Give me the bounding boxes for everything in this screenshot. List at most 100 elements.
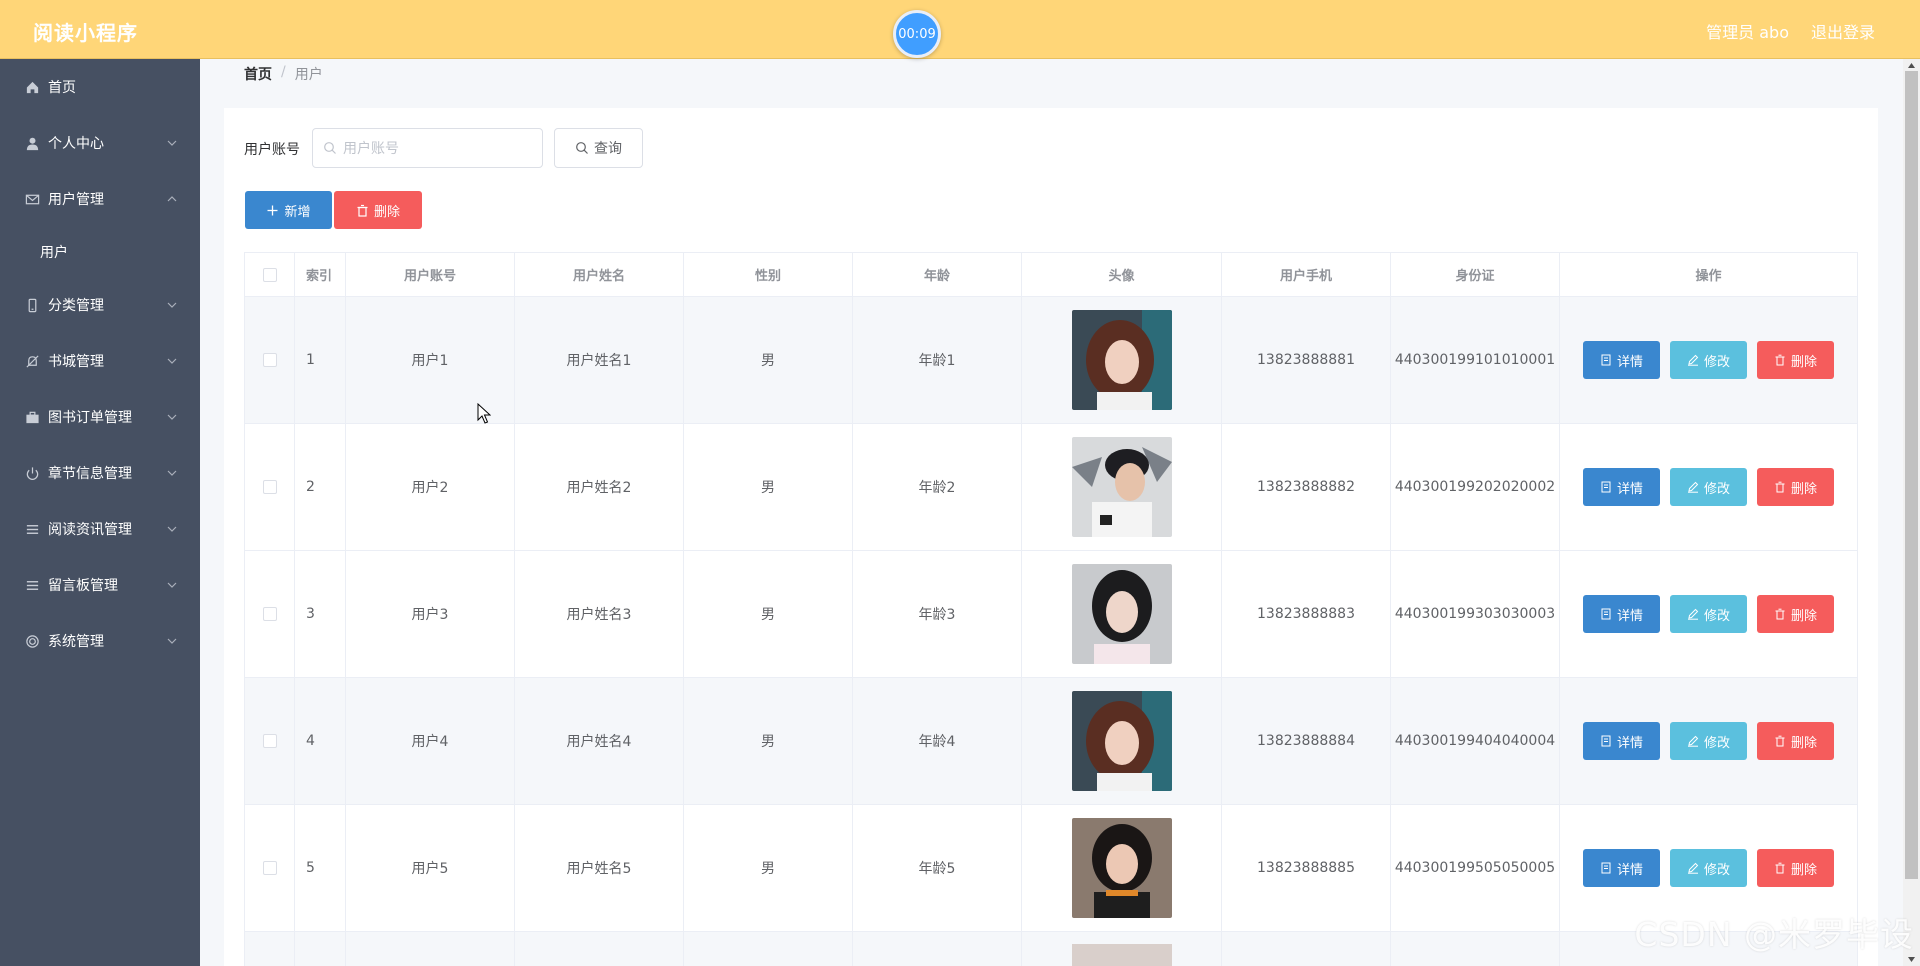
select-all-checkbox[interactable] (262, 267, 277, 282)
mouse-cursor-icon (477, 403, 491, 424)
breadcrumb: 首页 / 用户 (244, 64, 323, 84)
edit-button[interactable]: 修改 (1670, 341, 1747, 379)
users-table: 索引 用户账号 用户姓名 性别 年龄 头像 用户手机 身份证 操作 1 用户1 … (244, 252, 1858, 966)
query-button[interactable]: 查询 (554, 128, 643, 168)
column-header: 年龄 (853, 253, 1022, 296)
delete-button[interactable]: 删除 (1757, 595, 1834, 633)
row-select-cell (245, 297, 295, 423)
sidebar-item-system-management[interactable]: 系统管理 (0, 613, 200, 669)
page-scrollbar[interactable] (1903, 59, 1920, 966)
edit-button-label: 修改 (1703, 608, 1730, 624)
sidebar-item-label: 章节信息管理 (48, 466, 132, 482)
avatar (1071, 818, 1172, 918)
scroll-up-icon[interactable] (1907, 61, 1916, 70)
column-header: 操作 (1695, 269, 1722, 284)
timer-badge: 00:09 (893, 10, 941, 58)
sidebar-subitem-user[interactable]: 用户 (0, 227, 200, 277)
trash-icon (1774, 862, 1791, 874)
detail-button-label: 详情 (1616, 481, 1643, 497)
add-button[interactable]: 新增 (245, 191, 332, 229)
delete-button[interactable]: 删除 (1757, 722, 1834, 760)
sidebar-item-reading-news-management[interactable]: 阅读资讯管理 (0, 501, 200, 557)
briefcase-icon (24, 409, 40, 425)
sidebar-item-home[interactable]: 首页 (0, 59, 200, 115)
row-checkbox[interactable] (262, 480, 277, 494)
edit-button[interactable]: 修改 (1670, 468, 1747, 506)
search-input[interactable]: 用户账号 (312, 128, 543, 168)
scroll-down-icon[interactable] (1907, 955, 1916, 964)
cell-avatar (1022, 805, 1222, 931)
sidebar-item-user-management[interactable]: 用户管理 (0, 171, 200, 227)
edit-button[interactable]: 修改 (1670, 722, 1747, 760)
cell-gender: 男 (684, 424, 853, 550)
cell-avatar (1022, 678, 1222, 804)
table-row: 2 用户2 用户姓名2 男 年龄2 13823888882 4403001992… (245, 424, 1857, 551)
edit-button[interactable]: 修改 (1670, 595, 1747, 633)
document-icon (1600, 354, 1617, 366)
avatar (1071, 944, 1172, 966)
sidebar-item-bookstore-management[interactable]: 书城管理 (0, 333, 200, 389)
row-select-cell (245, 424, 295, 550)
query-button-label: 查询 (594, 141, 622, 157)
chevron-down-icon (166, 523, 178, 535)
row-checkbox[interactable] (262, 607, 277, 621)
phone-icon (24, 297, 40, 313)
search-icon (575, 141, 594, 155)
sidebar-item-label: 书城管理 (48, 354, 104, 370)
avatar (1071, 310, 1172, 410)
row-checkbox[interactable] (262, 353, 277, 367)
cell-gender: 男 (684, 678, 853, 804)
chevron-down-icon (166, 635, 178, 647)
cell-phone (1222, 932, 1391, 966)
delete-button[interactable]: 删除 (1757, 468, 1834, 506)
edit-button[interactable]: 修改 (1670, 849, 1747, 887)
cell-index: 5 (295, 805, 346, 931)
avatar (1071, 564, 1172, 664)
row-select-cell (245, 932, 295, 966)
cell-age: 年龄5 (853, 805, 1022, 931)
column-header: 身份证 (1391, 253, 1560, 296)
detail-button-label: 详情 (1616, 354, 1643, 370)
sidebar-item-personal-center[interactable]: 个人中心 (0, 115, 200, 171)
scroll-thumb[interactable] (1905, 71, 1918, 879)
chevron-down-icon (166, 411, 178, 423)
cell-gender: 男 (684, 551, 853, 677)
column-header: 头像 (1022, 253, 1222, 296)
breadcrumb-home[interactable]: 首页 (244, 64, 272, 84)
detail-button-label: 详情 (1616, 735, 1643, 751)
sidebar-item-category-management[interactable]: 分类管理 (0, 277, 200, 333)
cell-index (295, 932, 346, 966)
row-checkbox[interactable] (262, 734, 277, 748)
table-row: 3 用户3 用户姓名3 男 年龄3 13823888883 4403001993… (245, 551, 1857, 678)
cell-account (346, 932, 515, 966)
cell-name: 用户姓名3 (515, 551, 684, 677)
search-placeholder: 用户账号 (343, 141, 399, 157)
delete-button[interactable]: 删除 (1757, 341, 1834, 379)
sidebar-item-book-order-management[interactable]: 图书订单管理 (0, 389, 200, 445)
detail-button[interactable]: 详情 (1583, 468, 1660, 506)
mail-icon (24, 191, 40, 207)
trash-icon (1774, 354, 1791, 366)
table-row (245, 932, 1857, 966)
trash-icon (1774, 481, 1791, 493)
batch-delete-button[interactable]: 删除 (334, 191, 422, 229)
cell-account: 用户3 (346, 551, 515, 677)
cell-id-card (1391, 932, 1560, 966)
document-icon (1600, 608, 1617, 620)
cell-actions: 详情 修改 删除 (1560, 551, 1857, 677)
detail-button-label: 详情 (1616, 862, 1643, 878)
sidebar-item-chapter-management[interactable]: 章节信息管理 (0, 445, 200, 501)
cell-account: 用户5 (346, 805, 515, 931)
row-checkbox[interactable] (262, 861, 277, 875)
delete-button[interactable]: 删除 (1757, 849, 1834, 887)
detail-button[interactable]: 详情 (1583, 722, 1660, 760)
pencil-icon (1687, 481, 1704, 493)
sidebar-item-message-board-management[interactable]: 留言板管理 (0, 557, 200, 613)
header-user-area: 管理员 abo 退出登录 (1706, 19, 1875, 43)
chevron-down-icon (166, 579, 178, 591)
column-header: 索引 (295, 253, 346, 296)
detail-button[interactable]: 详情 (1583, 341, 1660, 379)
detail-button[interactable]: 详情 (1583, 595, 1660, 633)
logout-link[interactable]: 退出登录 (1811, 19, 1875, 43)
detail-button[interactable]: 详情 (1583, 849, 1660, 887)
